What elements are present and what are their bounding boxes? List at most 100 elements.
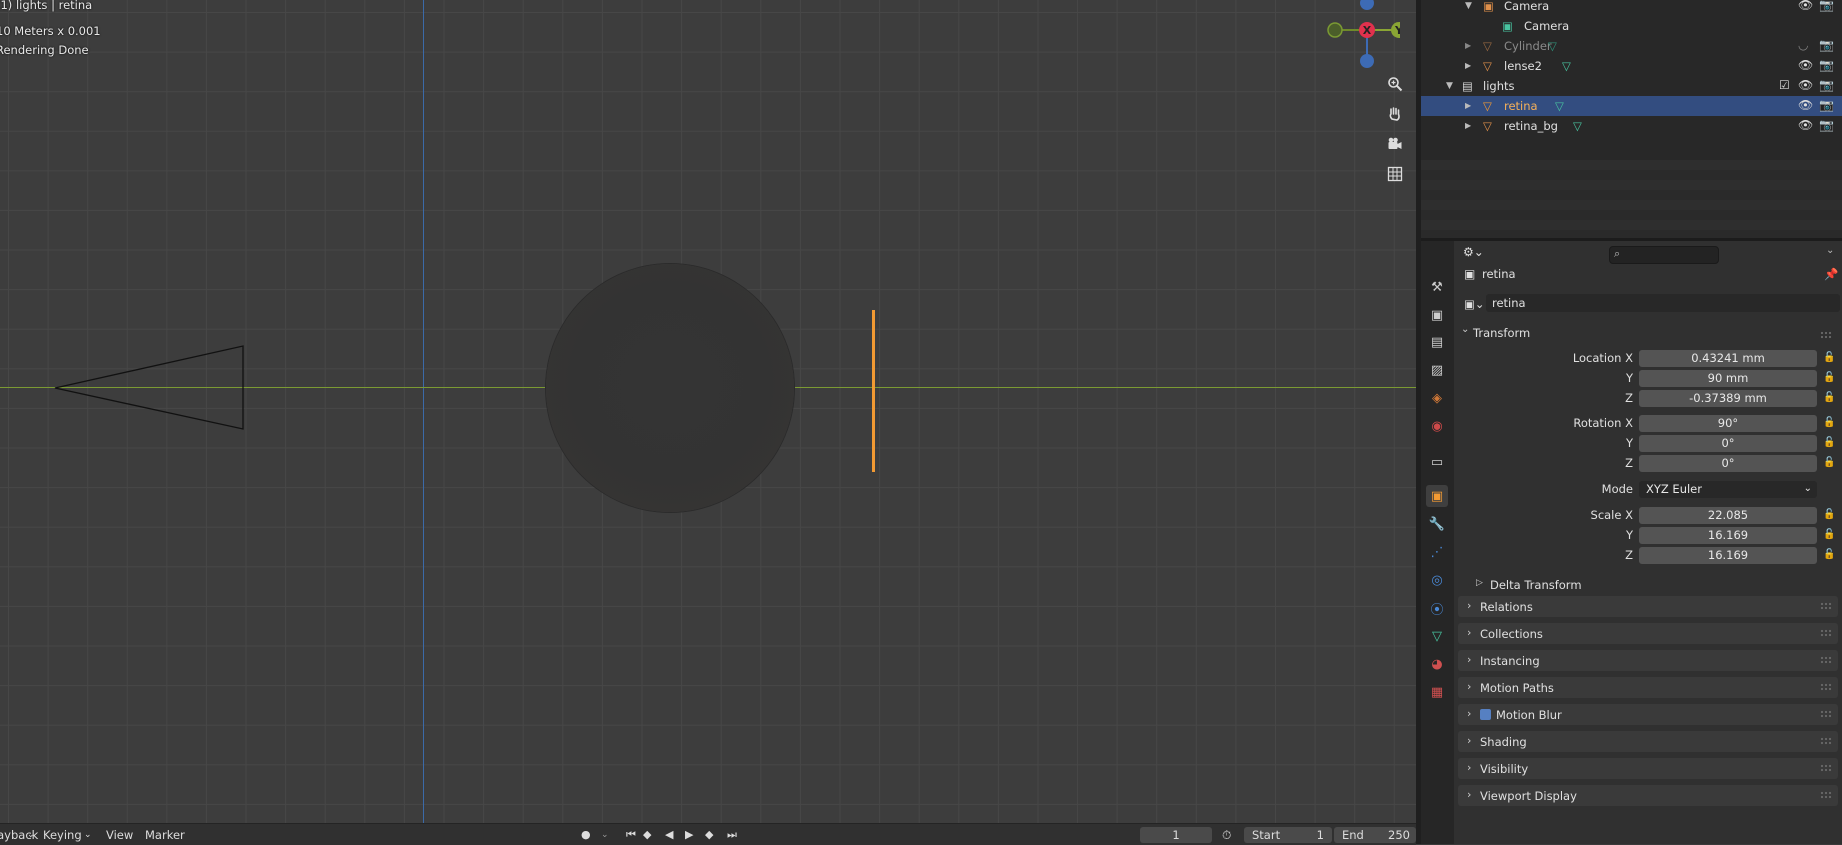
panel-relations[interactable]: › Relations [1458,596,1838,617]
editor-type-icon[interactable]: ⚙⌄ [1463,245,1484,259]
3d-viewport[interactable]: (1) lights | retina 10 Meters x 0.001 Re… [0,0,1416,823]
outliner-row-camera-data[interactable]: ▣ Camera [1421,16,1842,36]
scale-z-field[interactable]: 16.169 [1639,547,1817,564]
menu-keying[interactable]: Keying [43,828,82,842]
view-layer-icon[interactable]: ▨ [1426,359,1448,381]
panel-grip-icon[interactable] [1820,710,1832,718]
eye-closed-icon[interactable]: ◡ [1798,38,1808,52]
rotation-z-field[interactable]: 0° [1639,455,1817,472]
panel-motion-paths[interactable]: › Motion Paths [1458,677,1838,698]
eye-icon[interactable]: 👁 [1798,0,1813,12]
rotation-x-field[interactable]: 90° [1639,415,1817,432]
zoom-icon[interactable] [1382,71,1408,97]
constraints-icon[interactable]: ⦿ [1426,597,1448,619]
material-properties-icon[interactable]: ◕ [1426,653,1448,675]
render-camera-icon[interactable]: 📷 [1819,98,1834,112]
hand-pan-icon[interactable] [1382,101,1408,127]
physics-icon[interactable]: ◎ [1426,569,1448,591]
panel-grip-icon[interactable] [1820,791,1832,799]
grid-ortho-icon[interactable] [1382,161,1408,187]
pin-icon[interactable]: 📌 [1824,267,1838,281]
chevron-down-icon[interactable]: ⌄ [1461,324,1469,335]
modifier-wrench-icon[interactable]: 🔧 [1426,513,1448,535]
lock-icon[interactable]: 🔓 [1823,529,1835,540]
next-keyframe-icon[interactable]: ◆ [705,828,713,841]
expand-arrow-icon[interactable]: ▶ [1465,61,1471,70]
object-properties-icon[interactable]: ▣ [1426,485,1448,507]
rotation-mode-dropdown[interactable]: XYZ Euler ⌄ [1639,481,1817,498]
panel-motion-blur[interactable]: › Motion Blur [1458,704,1838,725]
expand-arrow-icon[interactable]: ▶ [1465,41,1471,50]
menu-view[interactable]: View [106,828,133,842]
current-frame-field[interactable]: 1 [1140,827,1212,843]
panel-grip-icon[interactable] [1820,331,1832,339]
lock-icon[interactable]: 🔓 [1823,437,1835,448]
world-properties-icon[interactable]: ◉ [1426,415,1448,437]
output-properties-icon[interactable]: ▤ [1426,331,1448,353]
clock-icon[interactable]: ⏱ [1222,828,1231,843]
lock-icon[interactable]: 🔓 [1823,509,1835,520]
transform-panel-title[interactable]: Transform [1473,326,1530,340]
object-data-mesh-icon[interactable]: ▽ [1426,625,1448,647]
expand-arrow-icon[interactable]: ▼ [1446,81,1453,91]
scale-x-field[interactable]: 22.085 [1639,507,1817,524]
lock-icon[interactable]: 🔓 [1823,392,1835,403]
start-frame-field[interactable]: Start 1 [1244,827,1332,843]
outliner-row-cylinder[interactable]: ▶ ▽ Cylinder ▽ ◡ 📷 [1421,36,1842,56]
sphere-lens-object[interactable] [546,264,794,512]
record-icon[interactable]: ● [581,828,591,841]
tool-settings-icon[interactable]: ⚒ [1426,276,1448,298]
navigation-gizmo[interactable]: X Y [1320,0,1400,75]
render-camera-icon[interactable]: 📷 [1819,78,1834,92]
object-type-dropdown-icon[interactable]: ▣⌄ [1464,297,1485,311]
panel-grip-icon[interactable] [1820,737,1832,745]
particles-icon[interactable]: ⋰ [1426,541,1448,563]
motion-blur-checkbox[interactable] [1480,709,1491,720]
outliner-row-lense2[interactable]: ▶ ▽ lense2 ▽ 👁 📷 [1421,56,1842,76]
properties-search-input[interactable]: ⌕ [1609,246,1719,264]
texture-properties-icon[interactable]: ▦ [1426,681,1448,703]
location-x-field[interactable]: 0.43241 mm [1639,350,1817,367]
play-icon[interactable]: ▶ [685,828,693,841]
chevron-right-icon[interactable]: ▷ [1476,578,1483,588]
outliner-row-lights-collection[interactable]: ▼ ▤ lights ☑ 👁 📷 [1421,76,1842,96]
panel-visibility[interactable]: › Visibility [1458,758,1838,779]
expand-arrow-icon[interactable]: ▼ [1465,1,1472,11]
panel-collections[interactable]: › Collections [1458,623,1838,644]
lock-icon[interactable]: 🔓 [1823,549,1835,560]
render-camera-icon[interactable]: 📷 [1819,58,1834,72]
render-properties-icon[interactable]: ▣ [1426,304,1448,326]
panel-grip-icon[interactable] [1820,656,1832,664]
checkbox-icon[interactable]: ☑ [1779,78,1790,92]
expand-arrow-icon[interactable]: ▶ [1465,121,1471,130]
panel-shading[interactable]: › Shading [1458,731,1838,752]
outliner-row-retina-bg[interactable]: ▶ ▽ retina_bg ▽ 👁 📷 [1421,116,1842,136]
outliner-row-camera[interactable]: ▼ ▣ Camera 👁 📷 [1421,0,1842,16]
expand-arrow-icon[interactable]: ▶ [1465,101,1471,110]
panel-grip-icon[interactable] [1820,764,1832,772]
outliner-row-retina[interactable]: ▶ ▽ retina ▽ 👁 📷 [1421,96,1842,116]
jump-start-icon[interactable]: ⏮ [626,828,636,842]
eye-icon[interactable]: 👁 [1798,58,1813,72]
panel-instancing[interactable]: › Instancing [1458,650,1838,671]
scene-properties-icon[interactable]: ◈ [1426,387,1448,409]
panel-viewport-display[interactable]: › Viewport Display [1458,785,1838,806]
play-reverse-icon[interactable]: ◀ [665,828,673,841]
menu-marker[interactable]: Marker [145,828,185,842]
location-y-field[interactable]: 90 mm [1639,370,1817,387]
panel-grip-icon[interactable] [1820,629,1832,637]
delta-transform-subpanel[interactable]: Delta Transform [1490,578,1582,592]
retina-object-selected[interactable] [872,310,875,472]
lock-icon[interactable]: 🔓 [1823,417,1835,428]
jump-end-icon[interactable]: ⏭ [727,828,737,842]
end-frame-field[interactable]: End 250 [1334,827,1416,843]
location-z-field[interactable]: -0.37389 mm [1639,390,1817,407]
render-camera-icon[interactable]: 📷 [1819,0,1834,12]
rotation-y-field[interactable]: 0° [1639,435,1817,452]
lock-icon[interactable]: 🔓 [1823,372,1835,383]
lock-icon[interactable]: 🔓 [1823,457,1835,468]
collection-properties-icon[interactable]: ▭ [1426,451,1448,473]
eye-icon[interactable]: 👁 [1798,118,1813,132]
render-camera-icon[interactable]: 📷 [1819,38,1834,52]
scale-y-field[interactable]: 16.169 [1639,527,1817,544]
